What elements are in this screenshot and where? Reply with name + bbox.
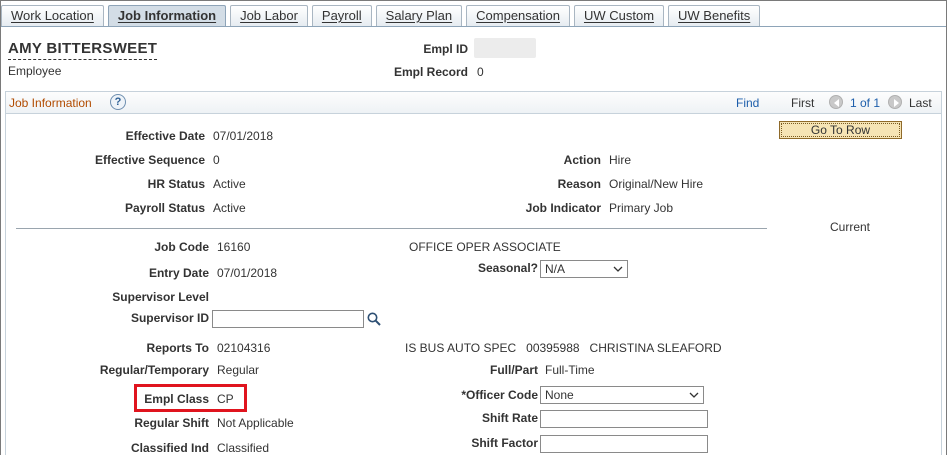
effective-date-value: 07/01/2018 <box>213 129 274 143</box>
classified-ind-label: Classified Ind <box>130 441 209 455</box>
tab-job-labor[interactable]: Job Labor <box>230 5 308 26</box>
tab-salary-plan[interactable]: Salary Plan <box>375 5 463 26</box>
officer-code-selected-value: None <box>545 388 574 402</box>
effective-date-label: Effective Date <box>125 129 205 143</box>
employee-name[interactable]: AMY BITTERSWEET <box>8 40 158 60</box>
seasonal-select[interactable]: N/A <box>540 260 628 278</box>
tab-payroll[interactable]: Payroll <box>311 5 372 26</box>
job-code-description: OFFICE OPER ASSOCIATE <box>409 240 561 254</box>
magnifier-icon[interactable] <box>366 311 382 327</box>
entry-date-label: Entry Date <box>148 266 209 280</box>
shift-rate-input[interactable] <box>540 410 708 428</box>
reports-to-label: Reports To <box>146 341 209 355</box>
empl-record-value: 0 <box>477 65 484 79</box>
tab-uw-custom[interactable]: UW Custom <box>573 5 665 26</box>
payroll-status-value: Active <box>213 201 246 215</box>
supervisor-id-input[interactable] <box>212 310 364 328</box>
action-label: Action <box>563 153 601 167</box>
job-code-value: 16160 <box>217 240 251 254</box>
full-part-value: Full-Time <box>545 363 595 377</box>
empl-id-value <box>474 38 536 58</box>
hr-status-label: HR Status <box>147 177 205 191</box>
regular-temporary-label: Regular/Temporary <box>99 363 209 377</box>
reports-to-value: 02104316 <box>217 341 271 355</box>
first-label: First <box>791 96 815 110</box>
full-part-label: Full/Part <box>489 363 538 377</box>
tab-job-information[interactable]: Job Information <box>107 5 227 27</box>
supervisor-id-label: Supervisor ID <box>130 311 209 325</box>
classified-ind-value: Classified <box>217 441 270 455</box>
job-indicator-label: Job Indicator <box>525 201 601 215</box>
go-to-row-button[interactable]: Go To Row <box>779 121 902 139</box>
payroll-status-label: Payroll Status <box>124 201 205 215</box>
regular-temporary-value: Regular <box>217 363 260 377</box>
job-indicator-value: Primary Job <box>609 201 674 215</box>
next-arrow-icon[interactable] <box>888 95 902 109</box>
effective-sequence-label: Effective Sequence <box>94 153 205 167</box>
job-information-grid-header: Job Information ? Find First 1 of 1 Last <box>5 91 942 114</box>
shift-rate-label: Shift Rate <box>481 411 538 425</box>
empl-id-label: Empl ID <box>423 42 468 56</box>
regular-shift-value: Not Applicable <box>217 416 294 430</box>
employee-role: Employee <box>8 64 62 78</box>
grid-title: Job Information <box>9 96 92 110</box>
reason-label: Reason <box>557 177 601 191</box>
tab-work-location[interactable]: Work Location <box>1 5 104 26</box>
page-tabs: Work Location Job Information Job Labor … <box>1 5 764 27</box>
reports-to-description: IS BUS AUTO SPEC 00395988 CHRISTINA SLEA… <box>405 341 722 355</box>
effective-sequence-value: 0 <box>213 153 220 167</box>
officer-code-select[interactable]: None <box>540 386 704 404</box>
row-counter: 1 of 1 <box>850 96 881 110</box>
action-value: Hire <box>609 153 632 167</box>
shift-factor-label: Shift Factor <box>471 436 538 450</box>
chevron-down-icon <box>689 392 699 398</box>
hr-status-value: Active <box>213 177 246 191</box>
entry-date-value: 07/01/2018 <box>217 266 278 280</box>
current-status: Current <box>830 220 871 234</box>
supervisor-level-label: Supervisor Level <box>112 290 209 304</box>
section-divider <box>16 228 767 229</box>
empl-record-label: Empl Record <box>393 65 468 79</box>
find-link[interactable]: Find <box>736 96 759 110</box>
reason-value: Original/New Hire <box>609 177 704 191</box>
job-code-label: Job Code <box>154 240 209 254</box>
tab-uw-benefits[interactable]: UW Benefits <box>668 5 761 26</box>
shift-factor-input[interactable] <box>540 435 708 453</box>
regular-shift-label: Regular Shift <box>134 416 209 430</box>
officer-code-label: *Officer Code <box>461 388 538 402</box>
seasonal-label: Seasonal? <box>477 261 538 275</box>
seasonal-selected-value: N/A <box>545 262 566 276</box>
last-label: Last <box>909 96 932 110</box>
empl-class-value: CP <box>217 392 234 406</box>
help-icon[interactable]: ? <box>110 94 126 110</box>
previous-arrow-icon[interactable] <box>829 95 843 109</box>
tab-compensation[interactable]: Compensation <box>466 5 570 26</box>
empl-class-label: Empl Class <box>144 392 209 406</box>
chevron-down-icon <box>613 266 623 272</box>
tab-divider <box>1 26 946 27</box>
